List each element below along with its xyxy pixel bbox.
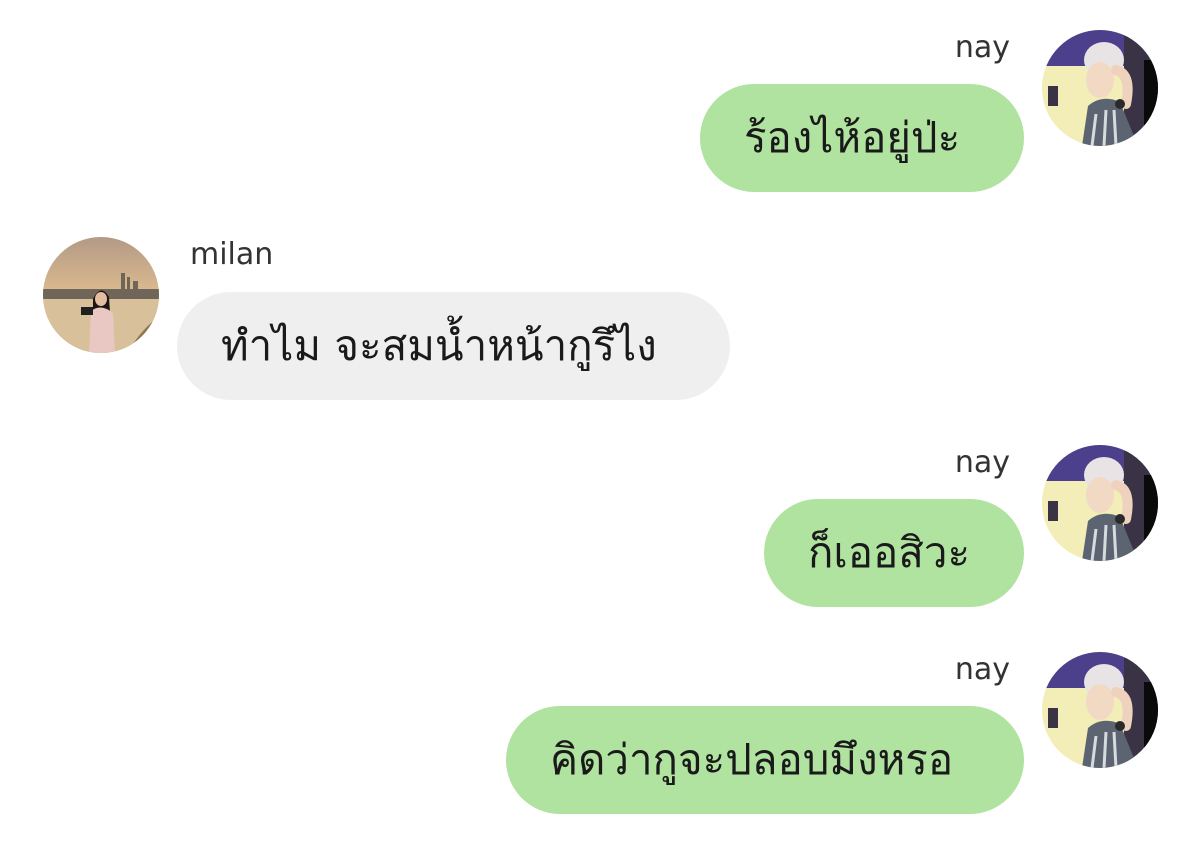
message-bubble[interactable]: ร้องไห้อยู่ป่ะ [700,84,1024,192]
message-bubble[interactable]: คิดว่ากูจะปลอบมึงหรอ [506,706,1024,814]
nay-avatar[interactable] [1042,652,1158,768]
avatar-photo-icon [1042,445,1158,561]
avatar-photo-icon [1042,652,1158,768]
nay-avatar[interactable] [1042,30,1158,146]
avatar-photo-icon [43,237,159,353]
message-bubble[interactable]: ก็เออสิวะ [764,499,1024,607]
sender-name: nay [954,445,1010,480]
sender-name: nay [954,30,1010,65]
avatar-photo-icon [1042,30,1158,146]
milan-avatar[interactable] [43,237,159,353]
sender-name: milan [190,237,274,272]
sender-name: nay [954,652,1010,687]
message-bubble[interactable]: ทำไม จะสมน้ำหน้ากูรึไง [177,292,730,400]
nay-avatar[interactable] [1042,445,1158,561]
